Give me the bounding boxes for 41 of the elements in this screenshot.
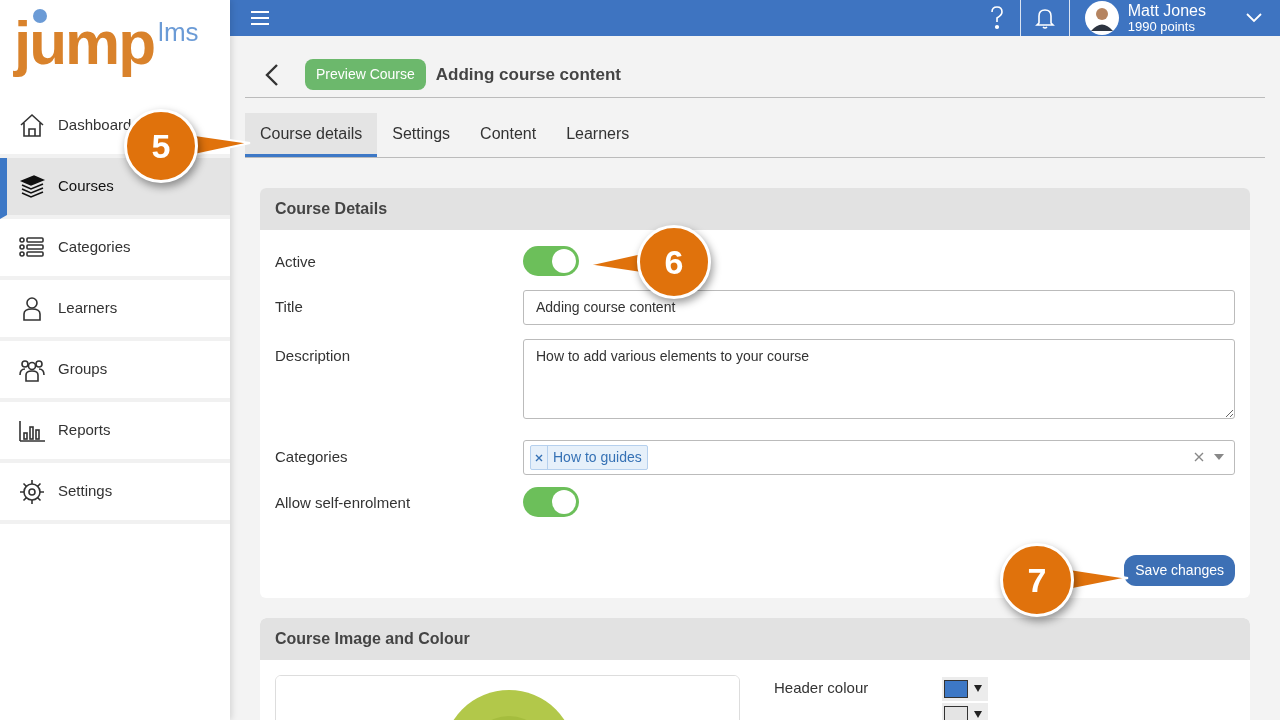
sidebar-item[interactable]: Courses <box>0 158 230 219</box>
field-label: Header colour <box>774 678 870 699</box>
sidebar-item[interactable]: Groups <box>0 341 230 402</box>
avatar-icon <box>1083 0 1120 36</box>
tag-select-field[interactable]: How to guides <box>523 439 1235 475</box>
sidebar-item[interactable]: Categories <box>0 219 230 280</box>
clear-icon[interactable] <box>1194 452 1204 462</box>
description-field[interactable]: How to add various elements to your course <box>523 339 1235 419</box>
tab[interactable]: Course details <box>245 113 378 157</box>
tab[interactable]: Content <box>465 113 552 157</box>
save-changes-button[interactable]: Save changes <box>1124 554 1235 586</box>
text-field[interactable]: Adding course content <box>523 290 1235 325</box>
tab[interactable]: Settings <box>377 113 466 157</box>
chevron-down-icon[interactable] <box>1246 13 1262 23</box>
field-label: Allow self-enrolment <box>275 492 412 513</box>
toggle-switch[interactable] <box>523 486 579 517</box>
tag-chip[interactable]: How to guides <box>530 444 648 470</box>
field-label: Title <box>275 297 304 317</box>
dropdown-caret-icon[interactable] <box>974 685 982 692</box>
user-menu[interactable]: Matt Jones 1990 points <box>1127 2 1206 34</box>
field-label: Active <box>275 252 317 272</box>
field-label: Description <box>275 346 352 366</box>
menu-icon[interactable] <box>250 9 270 27</box>
bell-icon[interactable] <box>1034 7 1055 29</box>
toggle-switch[interactable] <box>523 246 579 276</box>
tab[interactable]: Learners <box>551 113 645 157</box>
sidebar-item[interactable]: Reports <box>0 402 230 463</box>
page-title: Adding course content <box>435 63 621 86</box>
dropdown-caret-icon[interactable] <box>974 711 982 718</box>
sidebar-item[interactable]: Learners <box>0 280 230 341</box>
sidebar-item[interactable]: Settings <box>0 463 230 524</box>
colour-picker[interactable] <box>942 702 988 720</box>
home-icon <box>18 111 46 140</box>
colour-picker[interactable] <box>942 676 988 701</box>
card-header: Course Image and Colour <box>260 617 1250 660</box>
back-icon[interactable] <box>265 62 279 87</box>
card-header: Course Details <box>260 188 1250 230</box>
gear-icon <box>18 477 46 506</box>
remove-icon[interactable] <box>535 453 543 462</box>
field-label: Categories <box>275 446 349 467</box>
books-icon <box>18 172 46 201</box>
